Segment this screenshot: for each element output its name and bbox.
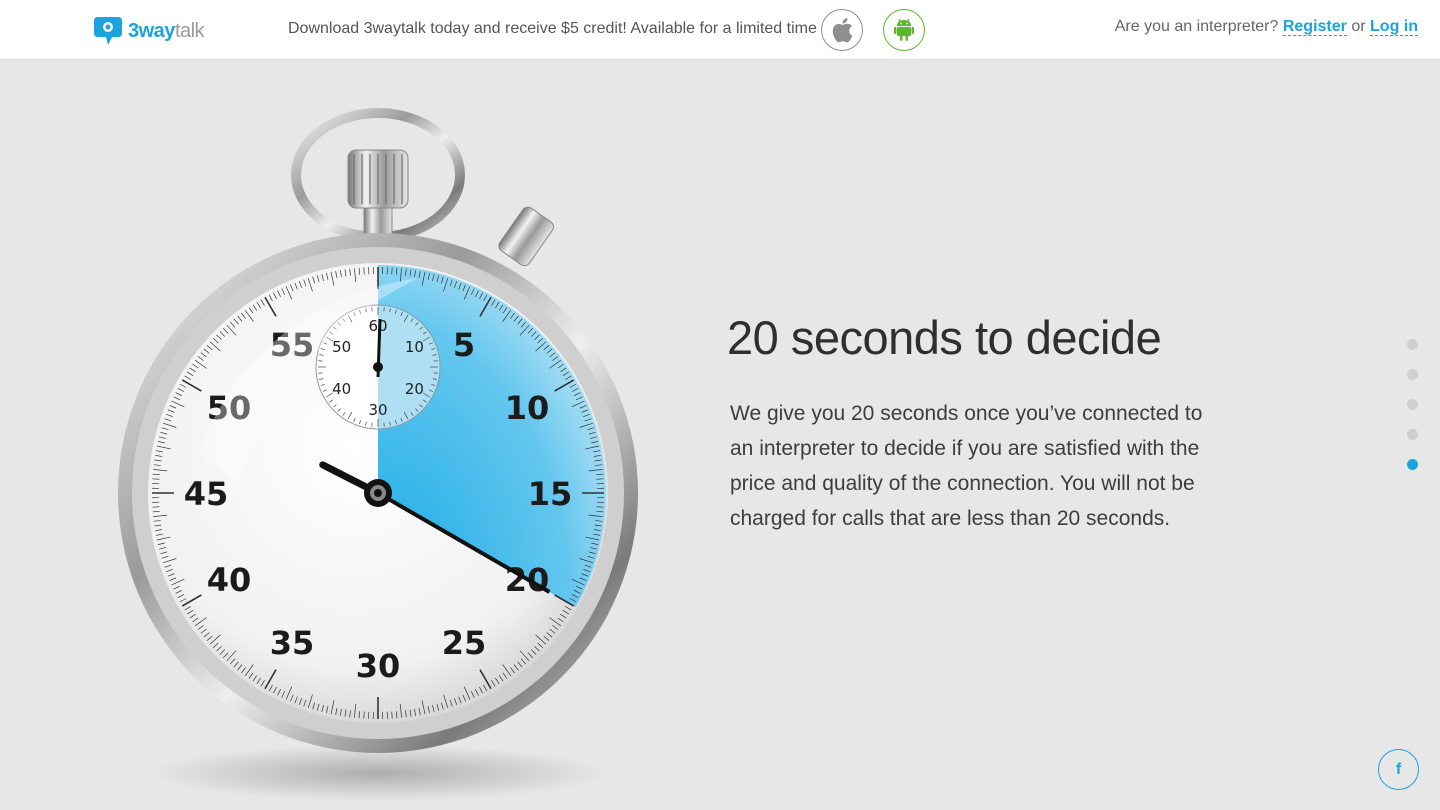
dial-number: 30 [356,647,401,685]
dial-number: 5 [453,326,475,364]
dial-number: 25 [442,624,487,662]
stopwatch-drawing: 510152025303540455055601020304050 [118,108,638,800]
facebook-icon: f [1395,760,1402,778]
pager-dot[interactable] [1407,429,1418,440]
promo-text: Download 3waytalk today and receive $5 c… [288,20,817,37]
stopwatch-illustration: 510152025303540455055601020304050 [118,108,638,800]
google-play-button[interactable] [883,9,925,51]
apple-icon [832,18,853,43]
interpreter-auth: Are you an interpreter? Register or Log … [1115,18,1418,36]
dial-number: 10 [505,389,550,427]
sub-dial-number: 50 [332,338,351,356]
facebook-button[interactable]: f [1378,749,1419,790]
sub-dial-pivot [373,362,383,372]
top-bar: 3waytalk Download 3waytalk today and rec… [0,0,1440,60]
pager-dot[interactable] [1407,339,1418,350]
pager-dot[interactable] [1407,369,1418,380]
sub-dial-number: 10 [405,338,424,356]
sub-dial-number: 60 [368,317,387,335]
login-link[interactable]: Log in [1370,18,1418,36]
dial-number: 40 [207,561,252,599]
dial-number: 15 [528,475,573,513]
dial-number: 35 [270,624,315,662]
watch-shadow [148,745,608,800]
slide-pager [1407,339,1419,489]
android-icon [894,18,914,41]
or-text: or [1351,18,1366,35]
slide-title: 20 seconds to decide [727,311,1162,364]
app-store-button[interactable] [821,9,863,51]
dial-number: 45 [184,475,229,513]
sub-dial-number: 40 [332,380,351,398]
pager-dot[interactable] [1407,459,1418,470]
logo-text: 3waytalk [128,19,205,42]
sub-dial-number: 30 [368,401,387,419]
slide-description: We give you 20 seconds once you’ve conne… [730,402,1203,530]
sub-dial-number: 20 [405,380,424,398]
hand-pivot-core [374,489,382,497]
logo-icon [94,17,122,45]
register-link[interactable]: Register [1282,18,1347,36]
watch-pusher [498,206,554,267]
logo[interactable]: 3waytalk [90,15,205,47]
pager-dot[interactable] [1407,399,1418,410]
interpreter-question: Are you an interpreter? [1114,18,1279,35]
